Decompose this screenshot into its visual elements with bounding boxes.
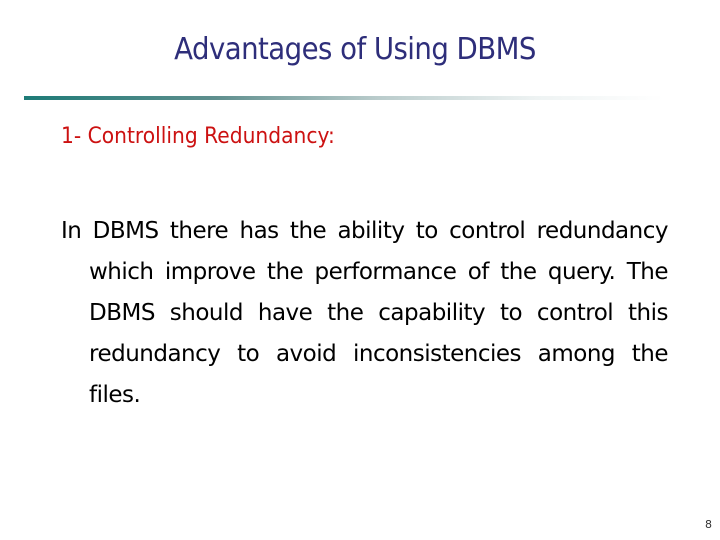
page-number: 8 xyxy=(705,518,712,531)
title-divider xyxy=(24,96,664,100)
slide: Advantages of Using DBMS 1- Controlling … xyxy=(0,0,720,540)
section-heading: 1- Controlling Redundancy: xyxy=(61,124,335,149)
slide-title: Advantages of Using DBMS xyxy=(174,32,536,67)
body-paragraph: In DBMS there has the ability to control… xyxy=(61,218,669,408)
